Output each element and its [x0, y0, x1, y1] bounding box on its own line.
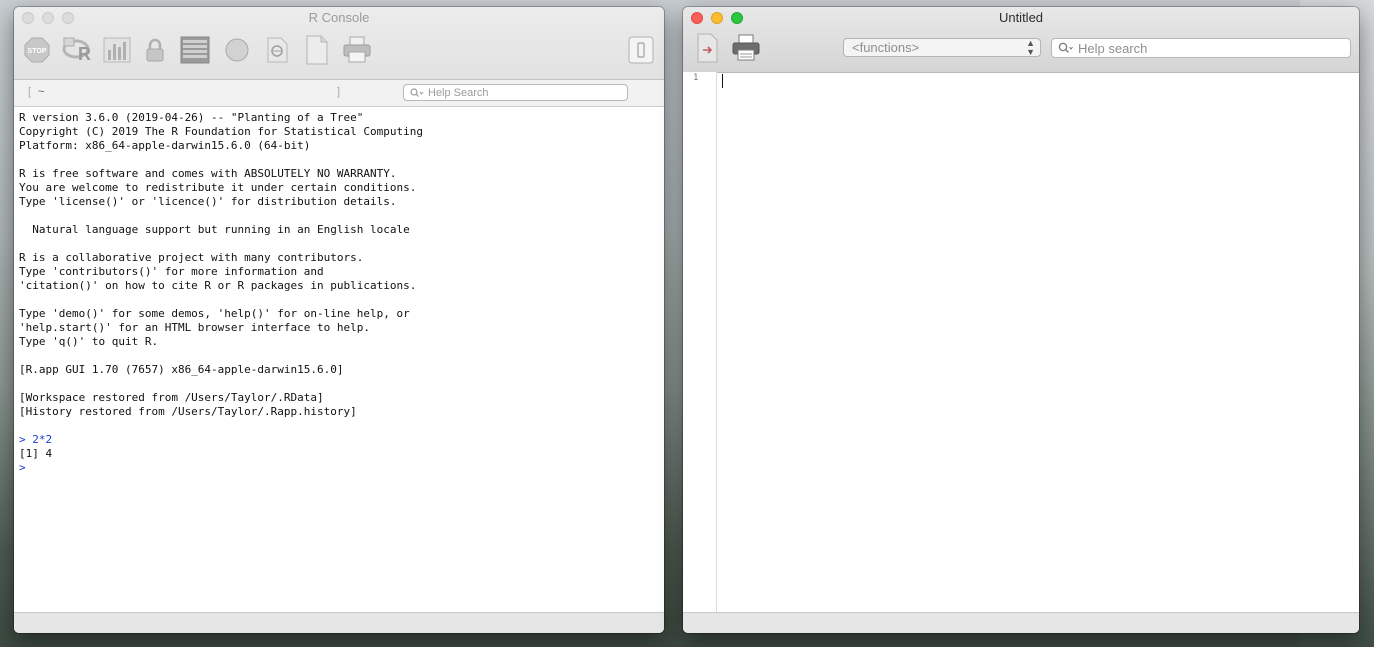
- r-logo-icon: R: [62, 37, 91, 64]
- console-prompt[interactable]: >: [19, 461, 664, 475]
- working-directory-field[interactable]: ~: [28, 84, 340, 100]
- search-icon: [410, 87, 424, 97]
- console-result-line: [1] 4: [19, 447, 53, 460]
- window-title: R Console: [308, 10, 370, 25]
- new-document-icon: [306, 35, 328, 65]
- functions-dropdown-value: <functions>: [852, 40, 920, 55]
- console-line: R is free software and comes with ABSOLU…: [19, 167, 397, 180]
- console-line: R is a collaborative project with many c…: [19, 251, 364, 264]
- console-line: [History restored from /Users/Taylor/.Ra…: [19, 405, 357, 418]
- console-input-line: > 2*2: [19, 433, 53, 446]
- console-line: [Workspace restored from /Users/Taylor/.…: [19, 391, 324, 404]
- execute-document-icon: [697, 33, 718, 63]
- window-controls: [22, 12, 74, 24]
- new-document-button[interactable]: [302, 35, 332, 65]
- console-titlebar: R Console: [14, 7, 664, 29]
- open-document-icon: [267, 37, 288, 63]
- console-output[interactable]: R version 3.6.0 (2019-04-26) -- "Plantin…: [19, 111, 664, 475]
- console-line: You are welcome to redistribute it under…: [19, 181, 417, 194]
- editor-chrome: Untitled <functions> ▲ ▼ Help search: [683, 7, 1359, 73]
- run-script-button[interactable]: [693, 33, 723, 63]
- minimize-button[interactable]: [711, 12, 723, 24]
- console-line: Type 'q()' to quit R.: [19, 335, 159, 348]
- console-line: Natural language support but running in …: [19, 223, 410, 236]
- maximize-button[interactable]: [731, 12, 743, 24]
- console-line: Type 'contributors()' for more informati…: [19, 265, 324, 278]
- svg-text:R: R: [78, 44, 91, 64]
- open-document-button[interactable]: [262, 35, 292, 65]
- help-search-placeholder: Help Search: [428, 86, 489, 99]
- printer-icon: [732, 34, 760, 61]
- line-number-gutter: [683, 72, 717, 613]
- console-line: Platform: x86_64-apple-darwin15.6.0 (64-…: [19, 139, 311, 152]
- console-status-bar: [14, 612, 664, 633]
- toggle-toolbar-button[interactable]: [626, 35, 656, 65]
- stop-icon: STOP: [24, 37, 50, 63]
- quartz-button[interactable]: [102, 35, 132, 65]
- script-editor-window: Untitled <functions> ▲ ▼ Help search 1: [683, 7, 1359, 633]
- updown-chevron-icon: ▲ ▼: [1026, 38, 1035, 57]
- script-text-area[interactable]: [717, 72, 1359, 613]
- stop-button[interactable]: STOP: [22, 35, 52, 65]
- close-button[interactable]: [691, 12, 703, 24]
- help-search-field[interactable]: Help Search: [403, 84, 628, 101]
- console-toolbar: STOP R: [14, 29, 664, 79]
- console-line: Copyright (C) 2019 The R Foundation for …: [19, 125, 423, 138]
- editor-status-bar: [683, 612, 1359, 633]
- console-line: 'help.start()' for an HTML browser inter…: [19, 321, 370, 334]
- source-script-button[interactable]: R: [62, 35, 92, 65]
- console-line: 'citation()' on how to cite R or R packa…: [19, 279, 417, 292]
- print-button[interactable]: [731, 33, 761, 63]
- set-colors-button[interactable]: [222, 35, 252, 65]
- sidebar-toggle-icon: [628, 36, 654, 64]
- window-title: Untitled: [998, 10, 1044, 25]
- r-console-window: R Console STOP R [~] Help Search R ver…: [14, 7, 664, 633]
- color-circle-icon: [225, 38, 249, 62]
- console-line: [R.app GUI 1.70 (7657) x86_64-apple-darw…: [19, 363, 344, 376]
- close-button[interactable]: [22, 12, 34, 24]
- search-icon: [1058, 42, 1073, 53]
- working-directory-bar: ~ Help Search: [14, 80, 664, 107]
- console-chrome: R Console STOP R: [14, 7, 664, 80]
- show-history-button[interactable]: [180, 35, 210, 65]
- help-search-placeholder: Help search: [1078, 40, 1148, 56]
- lock-icon: [146, 38, 164, 62]
- functions-dropdown[interactable]: <functions> ▲ ▼: [843, 38, 1041, 57]
- printer-icon: [343, 36, 371, 63]
- bar-chart-icon: [103, 37, 131, 63]
- history-list-icon: [180, 36, 210, 64]
- maximize-button[interactable]: [62, 12, 74, 24]
- window-controls: [691, 12, 743, 24]
- minimize-button[interactable]: [42, 12, 54, 24]
- console-line: Type 'license()' or 'licence()' for dist…: [19, 195, 397, 208]
- print-button[interactable]: [342, 35, 372, 65]
- console-line: Type 'demo()' for some demos, 'help()' f…: [19, 307, 410, 320]
- editor-titlebar: Untitled: [683, 7, 1359, 29]
- authentication-button[interactable]: [140, 35, 170, 65]
- line-number: 1: [693, 73, 699, 83]
- console-line: R version 3.6.0 (2019-04-26) -- "Plantin…: [19, 111, 364, 124]
- help-search-field[interactable]: Help search: [1051, 38, 1351, 58]
- svg-text:STOP: STOP: [28, 48, 47, 55]
